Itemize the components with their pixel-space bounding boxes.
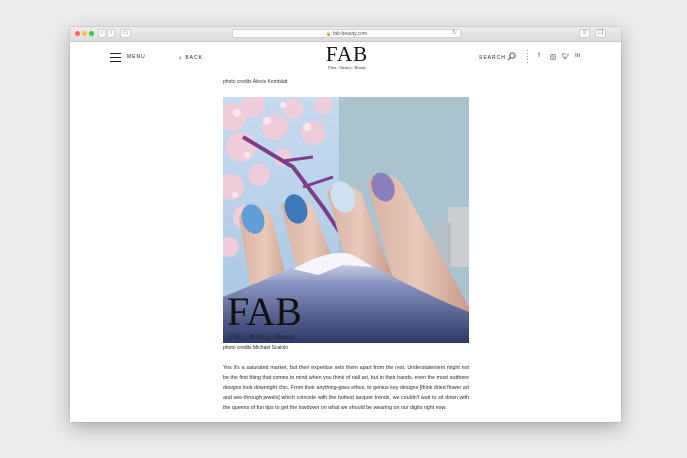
lock-icon: 🔒 — [325, 31, 331, 36]
chevron-left-icon: ‹ — [179, 55, 183, 62]
back-link[interactable]: ‹ BACK — [179, 54, 203, 62]
linkedin-icon[interactable]: in — [575, 53, 580, 59]
instagram-icon[interactable] — [550, 54, 556, 60]
minimize-window-button[interactable] — [82, 31, 87, 36]
twitter-icon[interactable]: 🐦︎ — [562, 53, 570, 60]
chevron-right-icon[interactable]: › — [107, 29, 115, 38]
search-icon[interactable] — [507, 52, 516, 61]
image-tagline: Flair / Artistry / Beauty — [228, 333, 296, 341]
logo-mark: FAB — [325, 42, 369, 66]
image-logo: FAB — [227, 289, 302, 334]
facebook-icon[interactable]: f — [538, 53, 540, 59]
back-label: BACK — [185, 55, 203, 61]
sidebar-icon[interactable]: ▭ — [120, 29, 131, 38]
share-icon[interactable]: ⇧ — [579, 29, 590, 38]
chevron-left-icon[interactable]: ‹ — [98, 29, 106, 38]
photo-credit: photo credits Michael Scalolo — [223, 345, 289, 351]
menu-icon[interactable] — [110, 53, 121, 62]
article-paragraph: Yes it's a saturated market, but their e… — [223, 365, 469, 411]
photo-credit-top: photo credits Alexis Kornblatt — [223, 79, 288, 85]
browser-window: ‹ › ▭ 🔒 fab-beauty.com ↻ ⇧ ❐ MENU ‹ BACK F… — [70, 27, 621, 422]
tabs-icon[interactable]: ❐ — [595, 29, 606, 38]
address-bar[interactable]: 🔒 fab-beauty.com ↻ — [232, 29, 461, 38]
reload-icon[interactable]: ↻ — [452, 30, 457, 37]
hero-image: FAB Flair / Artistry / Beauty — [223, 97, 469, 343]
zoom-window-button[interactable] — [89, 31, 94, 36]
close-window-button[interactable] — [75, 31, 80, 36]
url-text: fab-beauty.com — [332, 31, 368, 37]
browser-toolbar: ‹ › ▭ 🔒 fab-beauty.com ↻ ⇧ ❐ — [70, 27, 621, 42]
search-label[interactable]: SEARCH — [479, 55, 506, 61]
menu-label[interactable]: MENU — [127, 54, 146, 60]
divider — [527, 50, 528, 64]
site-logo[interactable]: FAB Flair / Artistry / Beauty — [319, 42, 375, 71]
